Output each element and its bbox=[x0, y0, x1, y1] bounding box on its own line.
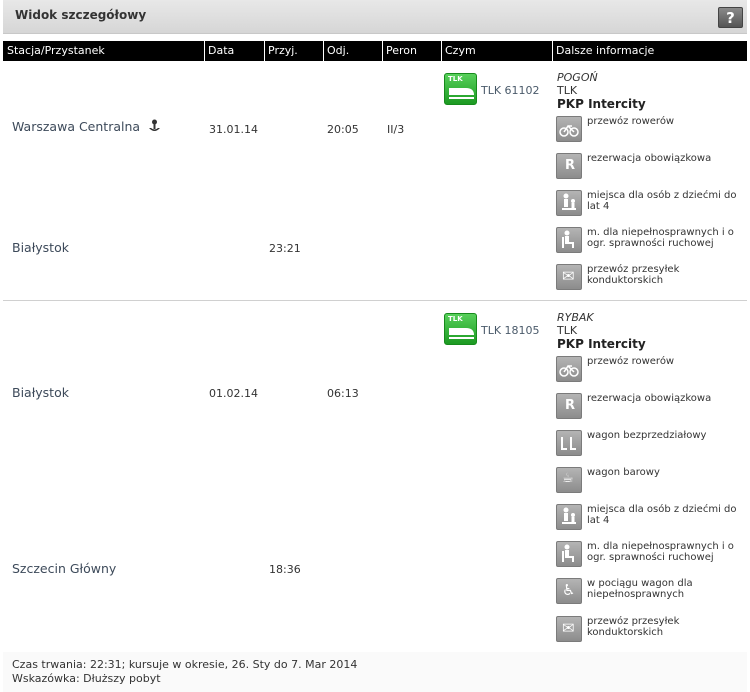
feature-text: przewóz przesyłek konduktorskich bbox=[587, 264, 680, 286]
reservation-icon: R bbox=[556, 153, 582, 179]
column-separator bbox=[552, 41, 553, 61]
reservation-icon: R bbox=[556, 393, 582, 419]
platform-cell: II/3 bbox=[387, 123, 405, 136]
tlk-logo-icon: TLK bbox=[444, 73, 477, 105]
disabled-seat-icon bbox=[556, 541, 582, 567]
child-seat-icon bbox=[556, 504, 582, 530]
row-divider bbox=[3, 300, 747, 301]
duration-text: Czas trwania: 22:31; kursuje w okresie, … bbox=[12, 658, 358, 671]
cup-icon: ☕ bbox=[556, 467, 582, 493]
open-coach-icon bbox=[556, 430, 582, 456]
carrier-name: PKP Intercity bbox=[557, 97, 646, 111]
train-icon bbox=[449, 88, 474, 99]
feature-text: miejsca dla osób z dziećmi do lat 4 bbox=[587, 190, 737, 212]
envelope-icon: ✉ bbox=[556, 616, 582, 642]
hint-text: Wskazówka: Dłuższy pobyt bbox=[12, 672, 161, 685]
column-date: Data bbox=[208, 44, 235, 57]
feature-text: m. dla niepełnosprawnych i o ogr. sprawn… bbox=[587, 541, 734, 563]
feature-text: przewóz przesyłek konduktorskich bbox=[587, 616, 680, 638]
feature-text: rezerwacja obowiązkowa bbox=[587, 393, 712, 404]
station-info-icon[interactable] bbox=[148, 119, 161, 133]
date-cell: 31.01.14 bbox=[209, 123, 258, 136]
column-separator bbox=[204, 41, 205, 61]
logo-text: TLK bbox=[448, 75, 463, 83]
bicycle-icon bbox=[556, 356, 582, 382]
train-category: TLK bbox=[557, 324, 578, 337]
station-link[interactable]: Warszawa Centralna bbox=[12, 119, 161, 134]
journey-summary: Czas trwania: 22:31; kursuje w okresie, … bbox=[12, 658, 357, 686]
wheelchair-icon: ♿ bbox=[556, 578, 582, 604]
station-name[interactable]: Warszawa Centralna bbox=[12, 119, 140, 134]
feature-text: miejsca dla osób z dziećmi do lat 4 bbox=[587, 504, 737, 526]
disabled-seat-icon bbox=[556, 227, 582, 253]
column-separator bbox=[382, 41, 383, 61]
table-header: Stacja/Przystanek Data Przyj. Odj. Peron… bbox=[3, 41, 747, 61]
column-platform: Peron bbox=[386, 44, 417, 57]
logo-text: TLK bbox=[448, 315, 463, 323]
train-number-link[interactable]: TLK 61102 bbox=[481, 84, 540, 97]
feature-text: rezerwacja obowiązkowa bbox=[587, 153, 712, 164]
arrival-cell: 23:21 bbox=[269, 242, 301, 255]
feature-text: wagon bezprzedziałowy bbox=[587, 430, 707, 441]
column-separator bbox=[323, 41, 324, 61]
train-number-link[interactable]: TLK 18105 bbox=[481, 324, 540, 337]
carrier-name: PKP Intercity bbox=[557, 337, 646, 351]
train-name: RYBAK bbox=[557, 311, 594, 324]
train-category: TLK bbox=[557, 84, 578, 97]
feature-text: m. dla niepełnosprawnych i o ogr. sprawn… bbox=[587, 227, 734, 249]
section-header: Widok szczegółowy ? bbox=[3, 0, 747, 34]
departure-cell: 06:13 bbox=[327, 387, 359, 400]
column-departure: Odj. bbox=[327, 44, 350, 57]
station-name[interactable]: Białystok bbox=[12, 385, 69, 400]
column-more-info: Dalsze informacje bbox=[556, 44, 655, 57]
column-station: Stacja/Przystanek bbox=[7, 44, 105, 57]
column-separator bbox=[264, 41, 265, 61]
column-separator bbox=[441, 41, 442, 61]
feature-text: przewóz rowerów bbox=[587, 116, 675, 127]
feature-text: w pociągu wagon dla niepełnosprawnych bbox=[587, 578, 693, 600]
station-name[interactable]: Szczecin Główny bbox=[12, 561, 116, 576]
tlk-logo-icon: TLK bbox=[444, 313, 477, 345]
child-seat-icon bbox=[556, 190, 582, 216]
page-title: Widok szczegółowy bbox=[15, 8, 147, 22]
date-cell: 01.02.14 bbox=[209, 387, 258, 400]
help-button[interactable]: ? bbox=[718, 7, 743, 28]
feature-text: przewóz rowerów bbox=[587, 356, 675, 367]
station-name[interactable]: Białystok bbox=[12, 240, 69, 255]
train-icon bbox=[449, 328, 474, 339]
train-name: POGOŃ bbox=[557, 71, 598, 84]
arrival-cell: 18:36 bbox=[269, 563, 301, 576]
feature-text: wagon barowy bbox=[587, 467, 660, 478]
departure-cell: 20:05 bbox=[327, 123, 359, 136]
envelope-icon: ✉ bbox=[556, 264, 582, 290]
column-arrival: Przyj. bbox=[268, 44, 298, 57]
column-vehicle: Czym bbox=[445, 44, 476, 57]
bicycle-icon bbox=[556, 116, 582, 142]
